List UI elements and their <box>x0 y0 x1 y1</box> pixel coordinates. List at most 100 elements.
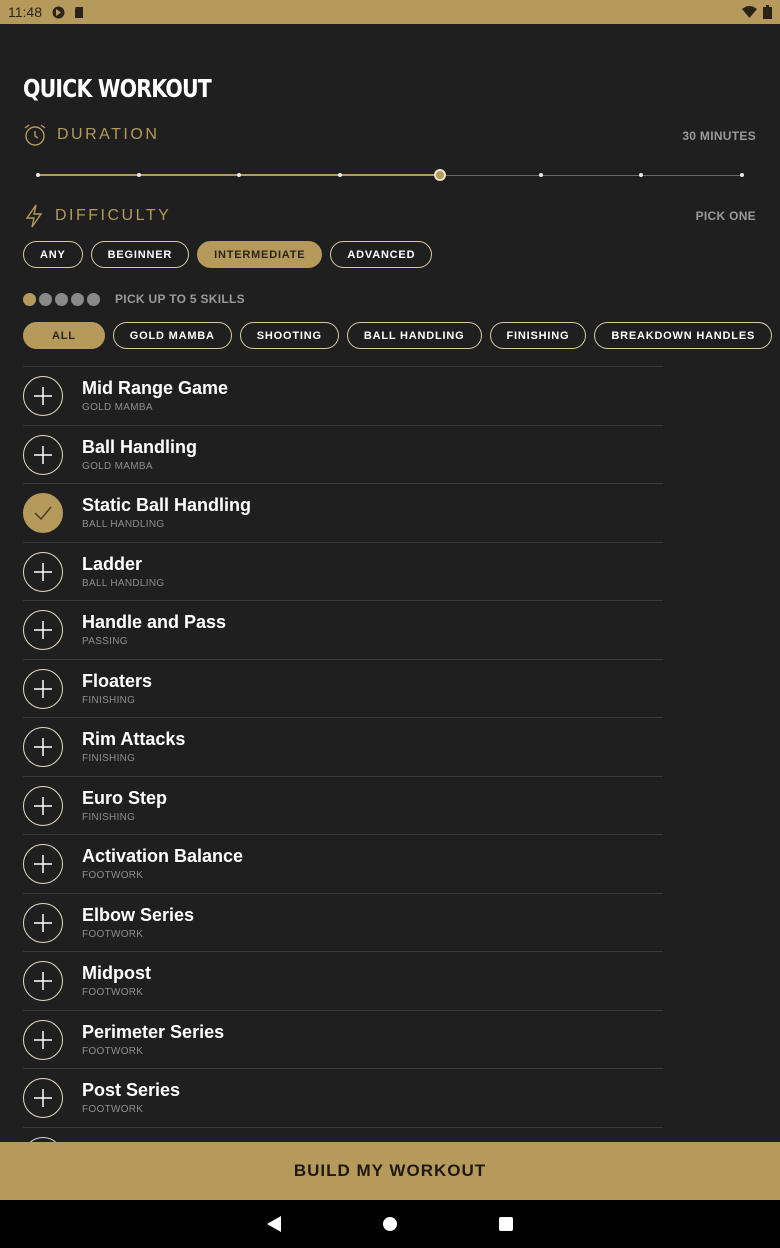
difficulty-chip-advanced[interactable]: ADVANCED <box>330 241 433 268</box>
build-workout-button[interactable]: BUILD MY WORKOUT <box>0 1142 780 1200</box>
add-workout-button[interactable] <box>23 727 63 767</box>
checkmark-icon <box>34 506 52 521</box>
workout-name: Elbow Series <box>82 904 195 925</box>
difficulty-chip-beginner[interactable]: BEGINNER <box>90 241 190 268</box>
workout-row[interactable]: Elbow Series FOOTWORK <box>23 892 663 952</box>
page-title: QUICK WORKOUT <box>23 74 212 103</box>
plus-icon <box>34 855 52 873</box>
workout-name: Midpost <box>82 963 151 983</box>
workout-row[interactable]: Handle and Pass PASSING <box>23 600 663 659</box>
skill-count-dot <box>87 292 100 306</box>
home-icon[interactable] <box>382 1216 398 1232</box>
workout-row[interactable]: Perimeter Series FOOTWORK <box>23 1009 663 1069</box>
add-workout-button[interactable] <box>23 961 63 1001</box>
workout-name: Mid Range Game <box>82 378 229 398</box>
app-notification-icon <box>52 6 65 18</box>
plus-icon <box>34 387 52 405</box>
slider-tick <box>237 173 242 177</box>
workout-category: FOOTWORK <box>82 870 144 881</box>
workout-row[interactable]: Activation Balance FOOTWORK <box>23 834 663 893</box>
workout-name: Rim Attacks <box>82 729 186 749</box>
plus-icon <box>34 738 52 756</box>
skill-filter-chip-gold-mamba[interactable]: GOLD MAMBA <box>112 322 232 349</box>
skills-hint: PICK UP TO 5 SKILLS <box>115 292 245 306</box>
workout-row[interactable] <box>23 1126 663 1142</box>
add-workout-button[interactable] <box>23 668 63 709</box>
workout-name: Euro Step <box>82 787 168 808</box>
workout-name: Post Series <box>82 1080 181 1100</box>
plus-icon <box>34 621 52 639</box>
add-workout-button[interactable] <box>23 1019 63 1060</box>
workout-row[interactable]: Mid Range Game GOLD MAMBA <box>23 366 663 425</box>
back-icon[interactable] <box>266 1215 282 1233</box>
plus-icon <box>34 1030 52 1049</box>
lightning-bolt-icon <box>25 204 43 228</box>
workout-name: Perimeter Series <box>82 1021 225 1042</box>
workout-category: FOOTWORK <box>82 1045 144 1057</box>
slider-thumb[interactable] <box>434 169 447 181</box>
slider-tick <box>36 173 40 177</box>
add-workout-button[interactable] <box>23 785 63 826</box>
duration-value: 30 MINUTES <box>682 129 756 143</box>
workout-category: GOLD MAMBA <box>82 402 153 413</box>
add-workout-button[interactable] <box>23 376 63 416</box>
workout-category: BALL HANDLING <box>82 577 165 589</box>
difficulty-hint: PICK ONE <box>695 209 756 223</box>
duration-slider[interactable] <box>36 169 744 181</box>
workout-category: PASSING <box>82 636 128 647</box>
add-workout-button[interactable] <box>23 844 63 884</box>
plus-icon <box>34 796 52 815</box>
difficulty-chip-intermediate[interactable]: INTERMEDIATE <box>197 241 323 268</box>
add-workout-button[interactable] <box>23 1078 63 1118</box>
add-workout-button[interactable] <box>23 610 63 650</box>
workout-row[interactable]: Floaters FINISHING <box>23 658 663 718</box>
skill-filter-chip-ball-handling[interactable]: BALL HANDLING <box>346 322 482 349</box>
plus-icon <box>34 1089 52 1107</box>
workout-category: FINISHING <box>82 694 136 706</box>
slider-tick <box>136 173 141 177</box>
workout-name: Ladder <box>82 553 143 574</box>
skill-filter-chip-all[interactable]: ALL <box>23 322 105 349</box>
workout-category: GOLD MAMBA <box>82 460 153 472</box>
slider-tick <box>538 173 543 177</box>
workout-list: Mid Range Game GOLD MAMBA Ball Handling GOL… <box>23 366 663 1142</box>
skill-filter-chip-shooting[interactable]: SHOOTING <box>239 322 339 349</box>
workout-category: FINISHING <box>82 811 136 823</box>
add-workout-button[interactable] <box>23 551 63 592</box>
workout-category: FOOTWORK <box>82 1104 144 1115</box>
workout-category: FOOTWORK <box>82 987 144 998</box>
skill-filter-chip-breakdown-handles[interactable]: BREAKDOWN HANDLES <box>594 322 773 349</box>
add-workout-button[interactable] <box>23 434 63 475</box>
duration-label: DURATION <box>57 126 160 143</box>
workout-row[interactable]: Ball Handling GOLD MAMBA <box>23 424 663 484</box>
skill-count-dot <box>71 292 84 306</box>
workout-row[interactable]: Euro Step FINISHING <box>23 775 663 835</box>
selected-check-button[interactable] <box>23 493 63 533</box>
workout-row[interactable]: Post Series FOOTWORK <box>23 1068 663 1127</box>
workout-row[interactable]: Ladder BALL HANDLING <box>23 541 663 601</box>
plus-icon <box>34 679 52 698</box>
workout-row[interactable]: Rim Attacks FINISHING <box>23 717 663 776</box>
skill-count-dot <box>55 292 68 306</box>
difficulty-header: DIFFICULTY <box>23 204 171 228</box>
plus-icon <box>34 562 52 581</box>
plus-icon <box>34 972 52 990</box>
status-bar: 11:48 <box>0 0 780 24</box>
slider-tick <box>740 173 744 177</box>
skill-count-dot <box>39 292 52 306</box>
workout-row[interactable]: Midpost FOOTWORK <box>23 951 663 1010</box>
add-workout-button[interactable] <box>23 902 63 943</box>
recents-icon[interactable] <box>498 1216 514 1232</box>
plus-icon <box>34 913 52 932</box>
difficulty-chip-any[interactable]: ANY <box>23 241 83 268</box>
status-time: 11:48 <box>8 4 42 20</box>
battery-icon <box>763 5 772 19</box>
workout-name: Handle and Pass <box>82 612 227 632</box>
skill-filter-chip-finishing[interactable]: FINISHING <box>489 322 587 349</box>
workout-name: Ball Handling <box>82 436 198 457</box>
skill-filter-chips[interactable]: ALL GOLD MAMBA SHOOTING BALL HANDLING FINISH… <box>23 322 780 349</box>
skill-count-indicator: PICK UP TO 5 SKILLS <box>23 292 245 306</box>
alarm-clock-icon <box>24 124 46 146</box>
workout-row[interactable]: Static Ball Handling BALL HANDLING <box>23 483 663 542</box>
navigation-bar <box>0 1200 780 1248</box>
